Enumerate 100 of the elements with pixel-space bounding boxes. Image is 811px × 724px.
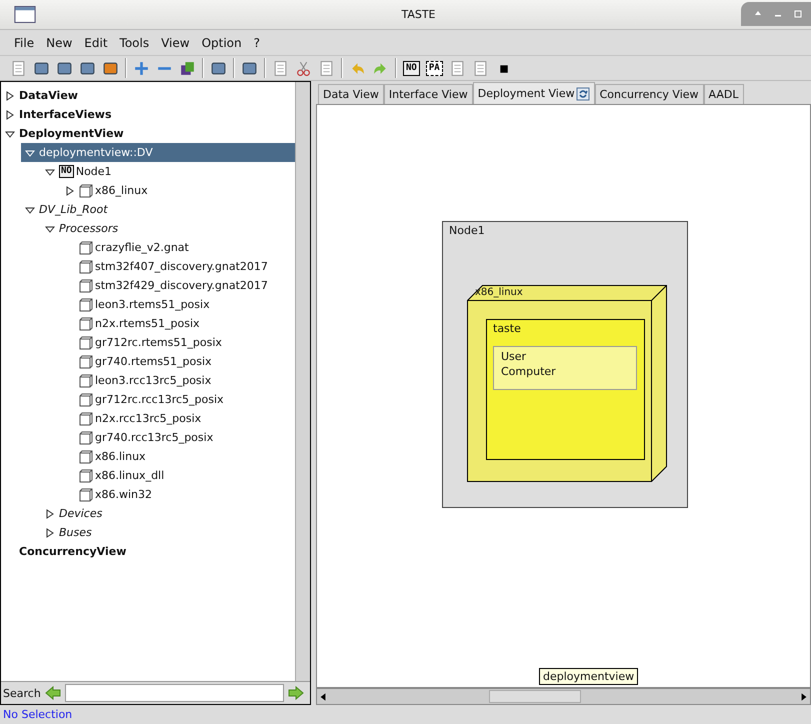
tree-item[interactable]: leon3.rcc13rc5_posix — [61, 371, 295, 390]
toolbar-button[interactable]: PA — [426, 60, 443, 76]
tree-item[interactable]: x86_linux — [61, 181, 295, 200]
horizontal-scrollbar[interactable] — [316, 688, 811, 705]
tree-item[interactable]: x86.linux_dll — [61, 466, 295, 485]
collapse-arrow-icon[interactable] — [5, 128, 15, 138]
tree-item[interactable]: stm32f429_discovery.gnat2017 — [61, 276, 295, 295]
tree-label: Devices — [59, 507, 102, 520]
left-arrow-icon[interactable] — [44, 686, 61, 700]
box-icon — [79, 392, 93, 406]
box-icon — [79, 412, 93, 426]
processor-label: x86_linux — [475, 286, 523, 299]
tree-label: x86.linux — [95, 450, 146, 463]
function-box[interactable]: User Computer — [493, 346, 637, 390]
menu-item[interactable]: File — [8, 36, 40, 50]
plus-icon[interactable] — [133, 60, 150, 76]
node-badge: NO — [59, 165, 74, 178]
tab[interactable]: AADL — [704, 84, 744, 104]
tab[interactable]: Data View — [318, 84, 384, 104]
vertical-scrollbar[interactable] — [295, 82, 310, 681]
maximize-icon[interactable] — [793, 9, 803, 19]
menu-item[interactable]: View — [155, 36, 196, 50]
expand-arrow-icon[interactable] — [45, 528, 55, 538]
tree-item[interactable]: x86.win32 — [61, 485, 295, 504]
tab[interactable]: Concurrency View — [594, 84, 704, 104]
tree-label: Processors — [59, 222, 118, 235]
menu-item[interactable]: Edit — [78, 36, 114, 50]
tree-item[interactable]: DeploymentView — [1, 124, 295, 143]
tree-item[interactable]: DV_Lib_Root — [21, 200, 295, 219]
menu-item[interactable]: Option — [196, 36, 248, 50]
tree-label: deploymentview::DV — [39, 146, 153, 159]
box-icon — [79, 240, 93, 254]
tree-item[interactable]: gr712rc.rcc13rc5_posix — [61, 390, 295, 409]
tree-item[interactable]: Processors — [41, 219, 295, 238]
tree-item[interactable]: Buses — [41, 523, 295, 542]
tree-label: leon3.rcc13rc5_posix — [95, 374, 212, 387]
tree-label: gr712rc.rcc13rc5_posix — [95, 393, 224, 406]
box-icon — [79, 354, 93, 368]
tab[interactable]: Interface View — [384, 84, 473, 104]
tree-item[interactable]: gr712rc.rtems51_posix — [61, 333, 295, 352]
toolbar-button[interactable]: NO — [403, 60, 420, 76]
partition-box[interactable]: taste User Computer — [486, 319, 645, 460]
collapse-arrow-icon[interactable] — [25, 204, 35, 214]
box-icon — [79, 184, 93, 198]
tree-item[interactable]: deploymentview::DV — [21, 143, 295, 162]
tree-label: InterfaceViews — [19, 108, 112, 121]
tree-item[interactable]: x86.linux — [61, 447, 295, 466]
tree-item[interactable]: InterfaceViews — [1, 105, 295, 124]
collapse-arrow-icon[interactable] — [45, 224, 55, 234]
window-title: TASTE — [400, 8, 437, 21]
tree-item[interactable]: gr740.rtems51_posix — [61, 352, 295, 371]
tree-label: n2x.rtems51_posix — [95, 317, 200, 330]
tree-label: n2x.rcc13rc5_posix — [95, 412, 202, 425]
menu-item[interactable]: Tools — [114, 36, 156, 50]
tree-label: x86.linux_dll — [95, 469, 164, 482]
tree-item[interactable]: ConcurrencyView — [1, 542, 295, 561]
tree-label: gr740.rtems51_posix — [95, 355, 212, 368]
tree-label: DeploymentView — [19, 127, 124, 140]
tree-label: crazyflie_v2.gnat — [95, 241, 189, 254]
node-label: Node1 — [449, 224, 485, 237]
tree-label: stm32f407_discovery.gnat2017 — [95, 260, 268, 273]
tree-label: stm32f429_discovery.gnat2017 — [95, 279, 268, 292]
menu-item[interactable]: ? — [248, 36, 266, 50]
tree-item[interactable]: stm32f407_discovery.gnat2017 — [61, 257, 295, 276]
search-field[interactable] — [64, 684, 284, 702]
tab[interactable]: Deployment View — [472, 82, 595, 104]
tree-label: Buses — [59, 526, 92, 539]
collapse-arrow-icon[interactable] — [45, 166, 55, 176]
scissors-icon[interactable] — [295, 60, 312, 76]
tree-label: DV_Lib_Root — [39, 203, 108, 216]
expand-arrow-icon[interactable] — [5, 110, 15, 120]
expand-arrow-icon[interactable] — [45, 508, 55, 518]
function-label: Computer — [501, 364, 557, 379]
right-arrow-icon[interactable] — [288, 686, 304, 700]
tree-label: gr740.rcc13rc5_posix — [95, 431, 214, 444]
box-icon — [79, 450, 93, 464]
box-icon — [79, 278, 93, 292]
tree-item[interactable]: n2x.rcc13rc5_posix — [61, 409, 295, 428]
tree-item[interactable]: crazyflie_v2.gnat — [61, 238, 295, 257]
tree-item[interactable]: Devices — [41, 504, 295, 523]
expand-arrow-icon[interactable] — [5, 90, 15, 100]
tree-item[interactable]: NO Node1 — [41, 162, 295, 181]
tree-item[interactable]: leon3.rtems51_posix — [61, 295, 295, 314]
tree-item[interactable]: n2x.rtems51_posix — [61, 314, 295, 333]
tree-label: ConcurrencyView — [19, 545, 126, 558]
document-icon[interactable] — [472, 60, 489, 76]
expand-arrow-icon[interactable] — [65, 186, 75, 196]
document-icon[interactable] — [448, 60, 466, 76]
box-icon — [79, 260, 93, 274]
tree-label: leon3.rtems51_posix — [95, 298, 210, 311]
tree-item[interactable]: gr740.rcc13rc5_posix — [61, 428, 295, 447]
menu-item[interactable]: New — [40, 36, 78, 50]
tree-label: gr712rc.rtems51_posix — [95, 336, 222, 349]
box-icon — [79, 488, 93, 502]
window-icon — [14, 6, 36, 23]
tree-item[interactable]: DataView — [1, 86, 295, 105]
collapse-arrow-icon[interactable] — [25, 148, 35, 158]
status-text: No Selection — [3, 708, 72, 721]
node-box[interactable]: Node1 x86_linux taste User Computer — [442, 221, 688, 508]
processor-box[interactable]: x86_linux taste User Computer — [467, 285, 667, 482]
